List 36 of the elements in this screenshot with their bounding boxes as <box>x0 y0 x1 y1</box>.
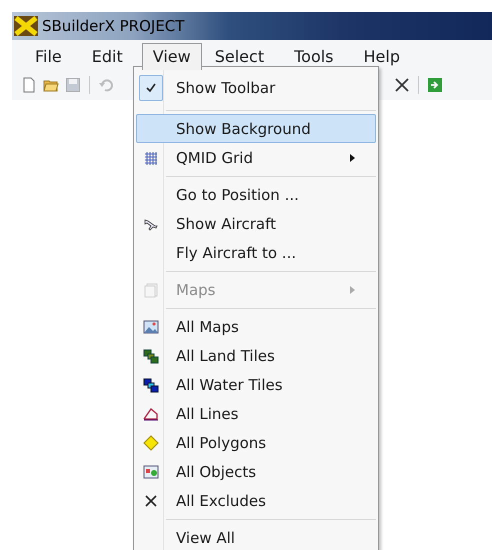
menu-bar-item[interactable]: Edit <box>80 43 134 70</box>
cross-icon <box>142 492 158 508</box>
save-icon <box>65 77 81 93</box>
close-icon <box>394 77 410 93</box>
app-logo-icon <box>14 16 38 36</box>
new-document-icon <box>21 77 37 93</box>
menu-bar-item[interactable]: Tools <box>283 43 345 70</box>
menu-item[interactable]: All Objects <box>136 457 376 486</box>
menu-item[interactable]: All Maps <box>136 312 376 341</box>
stacked-pages-icon <box>142 282 158 298</box>
picture-icon <box>142 464 158 480</box>
undo-icon <box>98 77 114 93</box>
menu-item[interactable]: View All <box>136 523 376 550</box>
menu-bar-item[interactable]: View <box>142 43 202 70</box>
menu-item[interactable]: All Land Tiles <box>136 341 376 370</box>
menu-item[interactable]: All Excludes <box>136 486 376 515</box>
menu-item[interactable]: Show Background <box>136 114 376 143</box>
polyline-icon <box>142 406 158 422</box>
menu-item[interactable]: Show Aircraft <box>136 209 376 238</box>
window-title: SBuilderX PROJECT <box>42 17 184 35</box>
tiles-icon <box>142 376 158 392</box>
menu-item[interactable]: QMID Grid <box>136 143 376 172</box>
toolbar-button[interactable] <box>393 76 411 94</box>
menu-bar-item[interactable]: Help <box>352 43 411 70</box>
menu-item[interactable]: All Polygons <box>136 428 376 457</box>
grid-icon <box>142 150 158 166</box>
menu-item[interactable]: All Water Tiles <box>136 370 376 399</box>
tiles-icon <box>142 348 158 364</box>
menu-item[interactable]: Show Toolbar <box>136 70 376 106</box>
menu-item[interactable]: Fly Aircraft to ... <box>136 238 376 267</box>
diamond-icon <box>142 434 158 450</box>
menu-item[interactable]: All Lines <box>136 399 376 428</box>
menu-bar-item[interactable]: File <box>24 43 73 70</box>
menu-item[interactable]: Go to Position ... <box>136 180 376 209</box>
menu-bar-item[interactable]: Select <box>204 43 276 70</box>
landscape-icon <box>142 318 158 334</box>
